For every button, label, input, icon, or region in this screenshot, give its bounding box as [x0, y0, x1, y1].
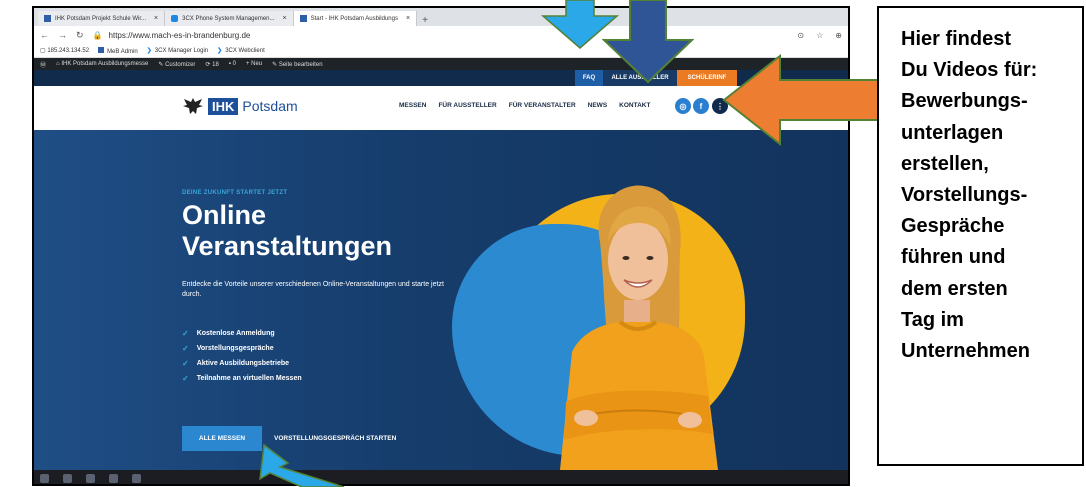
close-tab-icon[interactable]: ×: [154, 15, 158, 22]
check-icon: ✓: [182, 329, 189, 338]
main-nav: MESSEN FÜR AUSSTELLER FÜR VERANSTALTER N…: [399, 102, 650, 109]
bookmark-item[interactable]: ❯ 3CX Manager Login: [147, 47, 208, 54]
hero-section: DEINE ZUKUNFT STARTET JETZT Online Veran…: [34, 130, 848, 470]
hero-title: Online Veranstaltungen: [182, 200, 393, 261]
ihk-favicon-icon: [44, 15, 51, 22]
close-tab-icon[interactable]: ×: [283, 15, 287, 22]
annotation-text: Hier findest Du Videos für: Bewerbungs- …: [901, 28, 1038, 363]
lock-icon: 🔒: [92, 30, 103, 40]
eagle-icon: [183, 98, 203, 114]
back-icon[interactable]: ←: [40, 30, 49, 40]
ihk-potsdam-logo[interactable]: IHK Potsdam: [182, 96, 298, 116]
admin-site-link[interactable]: ⌂ IHK Potsdam Ausbildungsmesse: [56, 61, 148, 67]
list-item: ✓ Aktive Ausbildungsbetriebe: [182, 359, 290, 368]
hero-lead: Entdecke die Vorteile unserer verschiede…: [182, 281, 444, 298]
facebook-icon[interactable]: f: [693, 98, 709, 114]
check-icon: ✓: [182, 374, 189, 383]
edit-page-link[interactable]: ✎ Seite bearbeiten: [272, 61, 322, 68]
dark-blue-arrow-down-icon: [602, 0, 694, 84]
nav-fuer-aussteller[interactable]: FÜR AUSSTELLER: [438, 102, 496, 109]
3cx-favicon-icon: [171, 15, 179, 22]
bookmark-item[interactable]: MeB Admin: [98, 46, 138, 55]
start-icon[interactable]: [40, 473, 49, 483]
hero-kicker: DEINE ZUKUNFT STARTET JETZT: [182, 190, 288, 196]
list-item: ✓ Kostenlose Anmeldung: [182, 329, 275, 338]
ihk-favicon-icon: [299, 15, 307, 22]
feature-list: ✓ Kostenlose Anmeldung ✓ Vorstellungsgespr…: [182, 326, 302, 386]
check-icon: ✓: [182, 344, 189, 353]
faq-link[interactable]: FAQ: [575, 70, 603, 86]
url-field[interactable]: 🔒 https://www.mach-es-in-brandenburg.de: [93, 31, 251, 40]
smiling-woman-image: [560, 185, 718, 470]
instagram-icon[interactable]: ◎: [675, 98, 691, 114]
new-link[interactable]: + Neu: [246, 61, 262, 67]
bookmark-item[interactable]: ❯ 3CX Webclient: [217, 47, 265, 54]
customizer-link[interactable]: ✎ Customizer: [158, 61, 195, 68]
updates-link[interactable]: ⟳ 18: [205, 61, 218, 68]
nav-news[interactable]: NEWS: [588, 102, 608, 109]
browser-tab-bar: IHK Potsdam Projekt Schule Wir... × 3CX P…: [34, 8, 848, 26]
reload-icon[interactable]: ↻: [76, 30, 84, 41]
taskbar-app-icon[interactable]: [109, 473, 118, 483]
orange-arrow-left-icon: [722, 54, 881, 146]
browser-tab-1[interactable]: IHK Potsdam Projekt Schule Wir... ×: [38, 11, 166, 26]
comments-link[interactable]: ▪ 0: [229, 61, 236, 67]
taskbar-app-icon[interactable]: [132, 473, 141, 483]
annotation-box: Hier findest Du Videos für: Bewerbungs- …: [877, 6, 1084, 466]
windows-taskbar: [34, 470, 848, 484]
nav-fuer-veranstalter[interactable]: FÜR VERANSTALTER: [509, 102, 576, 109]
bookmark-item[interactable]: ▢ 185.243.134.52: [40, 47, 89, 54]
3cx-icon: ❯: [146, 48, 152, 54]
browser-tab-2[interactable]: 3CX Phone System Managemen... ×: [165, 11, 294, 26]
list-item: ✓ Vorstellungsgespräche: [182, 344, 274, 353]
address-bar: ← → ↻ 🔒 https://www.mach-es-in-brandenbur…: [34, 26, 848, 44]
light-blue-arrow-up-icon: [259, 443, 345, 487]
site-icon: [98, 46, 105, 53]
extensions-icon[interactable]: ⊙: [797, 31, 804, 40]
3cx-icon: ❯: [217, 48, 223, 54]
taskbar-app-icon[interactable]: [86, 473, 95, 483]
favorite-star-icon[interactable]: ☆: [816, 31, 823, 40]
wordpress-logo-icon[interactable]: Ⓦ: [40, 60, 46, 69]
close-tab-icon[interactable]: ×: [406, 15, 410, 22]
forward-icon[interactable]: →: [58, 30, 67, 40]
check-icon: ✓: [182, 359, 189, 368]
nav-kontakt[interactable]: KONTAKT: [619, 102, 650, 109]
nav-messen[interactable]: MESSEN: [399, 102, 426, 109]
collections-icon[interactable]: ⊕: [835, 31, 842, 40]
search-icon[interactable]: [63, 473, 72, 483]
new-tab-icon[interactable]: +: [417, 15, 433, 26]
browser-tab-3[interactable]: Start - IHK Potsdam Ausbildungs ×: [293, 11, 418, 26]
list-item: ✓ Teilnahme an virtuellen Messen: [182, 374, 302, 383]
